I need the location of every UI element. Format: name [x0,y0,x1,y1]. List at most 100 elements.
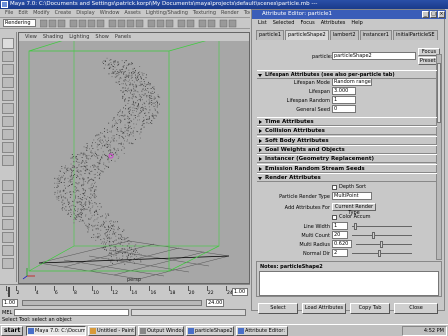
command-input[interactable] [14,309,129,316]
close-button[interactable]: Close [394,303,438,314]
tab-initialparticlese[interactable]: initialParticleSE [392,30,438,40]
outliner-layout-icon[interactable] [2,206,14,217]
section-emission-random-stream-seeds[interactable]: Emission Random Stream Seeds [257,163,437,173]
attribute-editor-menu-bar: List Selected Focus Attributes Help [252,19,446,27]
multi-count-slider[interactable] [352,235,412,236]
render-layout-icon[interactable] [2,245,14,256]
section-goal-weights-and-objects[interactable]: Goal Weights and Objects [257,144,437,154]
menu-set-dropdown[interactable]: Rendering [3,19,36,27]
single-view-layout-icon[interactable] [2,180,14,191]
viewport-menu-view[interactable]: View [25,34,37,40]
show-manipulator-icon[interactable] [2,142,14,153]
menu-assets[interactable]: Assets [124,10,140,16]
color-accum-checkbox[interactable] [332,215,337,220]
taskbar-item[interactable]: Attribute Editor: parti... [236,326,288,336]
menu-modify[interactable]: Modify [33,10,50,16]
normal-dir-slider-thumb[interactable] [378,250,381,257]
menu-create[interactable]: Create [55,10,72,16]
load-attributes-button[interactable]: Load Attributes [302,303,346,314]
current-time-marker[interactable] [8,287,10,297]
lifespan-random-field[interactable]: 1 [332,96,356,104]
viewport-menu-panels[interactable]: Panels [115,34,131,40]
menu-window[interactable]: Window [100,10,120,16]
graph-layout-icon[interactable] [2,219,14,230]
line-width-slider-thumb[interactable] [354,223,357,230]
multi-count-field[interactable]: 20 [332,231,348,239]
tab-particle1[interactable]: particle1 [256,30,285,40]
menu-set-value: Rendering [5,20,31,26]
ae-menu-attributes[interactable]: Attributes [321,20,346,26]
start-button[interactable]: start [1,326,23,336]
select-tool-icon[interactable] [2,38,14,49]
ae-menu-selected[interactable]: Selected [273,20,295,26]
lifespan-mode-dropdown[interactable]: Random range [332,78,372,86]
taskbar-item-label: Attribute Editor: parti... [245,328,287,334]
close-icon[interactable]: × [438,11,445,18]
multi-radius-field[interactable]: 0.620 [332,240,352,248]
last-tool-icon[interactable] [2,155,14,166]
tab-lambert2[interactable]: lambert2 [329,30,359,40]
select-button[interactable]: Select [258,303,298,314]
menu-toon[interactable]: Toon [244,10,250,16]
line-width-slider[interactable] [352,226,412,227]
menu-file[interactable]: File [5,10,13,16]
taskbar-item[interactable]: Output Window [138,326,184,336]
menu-edit[interactable]: Edit [18,10,28,16]
time-slider[interactable]: 124681012141618202224 1.00 [0,284,250,298]
maximize-icon[interactable]: □ [430,11,437,18]
section-soft-body-attributes[interactable]: Soft Body Attributes [257,135,437,145]
normal-dir-label: Normal Dir [303,251,330,257]
section-instancer-geometry-replacement[interactable]: Instancer (Geometry Replacement) [257,154,437,164]
menu-texturing[interactable]: Texturing [193,10,216,16]
viewport-menu-shading[interactable]: Shading [43,34,63,40]
lasso-tool-icon[interactable] [2,51,14,62]
lifespan-field[interactable]: 3.000 [332,87,356,95]
normal-dir-field[interactable]: 2 [332,249,348,257]
manipulator-tool-icon[interactable] [2,116,14,127]
ae-menu-help[interactable]: Help [351,20,362,26]
particle-render-type-dropdown[interactable]: MultiPoint [332,192,372,200]
tab-particleshape2[interactable]: particleShape2 [285,30,329,40]
custom-layout-icon[interactable] [2,258,14,269]
taskbar-item[interactable]: Untitled - Paint [88,326,136,336]
rotate-tool-icon[interactable] [2,90,14,101]
multi-radius-slider-thumb[interactable] [380,241,383,248]
multi-radius-slider[interactable] [356,244,412,245]
status-line-icons[interactable] [40,19,245,28]
copy-tab-button[interactable]: Copy Tab [350,303,390,314]
menu-lighting-shading[interactable]: Lighting/Shading [146,10,188,16]
paint-select-tool-icon[interactable] [2,64,14,75]
range-slider-bar[interactable] [22,300,202,306]
ae-menu-focus[interactable]: Focus [300,20,314,26]
perspective-viewport[interactable]: persp [19,41,249,283]
multi-count-slider-thumb[interactable] [372,232,375,239]
section-collision-attributes[interactable]: Collision Attributes [257,126,437,136]
viewport-menu-show[interactable]: Show [95,34,109,40]
minimize-icon[interactable]: _ [422,11,429,18]
viewport-menu-lighting[interactable]: Lighting [69,34,89,40]
notes-textarea[interactable] [259,271,439,296]
depth-sort-checkbox[interactable] [332,185,337,190]
menu-render[interactable]: Render [221,10,239,16]
soft-mod-tool-icon[interactable] [2,129,14,140]
menu-display[interactable]: Display [76,10,94,16]
range-start-field[interactable]: 1.00 [2,299,18,307]
ae-menu-list[interactable]: List [258,20,267,26]
range-end-field[interactable]: 24.00 [206,299,224,307]
node-name-field[interactable]: particleShape2 [332,52,416,60]
normal-dir-slider[interactable] [352,253,412,254]
current-render-type-button[interactable]: Current Render Type [332,203,376,216]
scrollbar-thumb[interactable] [437,63,441,123]
render-attributes-section-header[interactable]: Render Attributes [257,173,437,182]
hypershade-layout-icon[interactable] [2,232,14,243]
move-tool-icon[interactable] [2,77,14,88]
four-view-layout-icon[interactable] [2,193,14,204]
current-frame-field[interactable]: 1.00 [232,288,248,296]
tab-instancer1[interactable]: instancer1 [359,30,392,40]
general-seed-field[interactable]: 0 [332,105,356,113]
taskbar-item[interactable]: Maya 7.0: C:\Documents... [26,326,86,336]
taskbar-item[interactable]: particleShape2 - Attr... [186,326,234,336]
scale-tool-icon[interactable] [2,103,14,114]
section-time-attributes[interactable]: Time Attributes [257,117,437,126]
line-width-field[interactable]: 1 [332,222,348,230]
